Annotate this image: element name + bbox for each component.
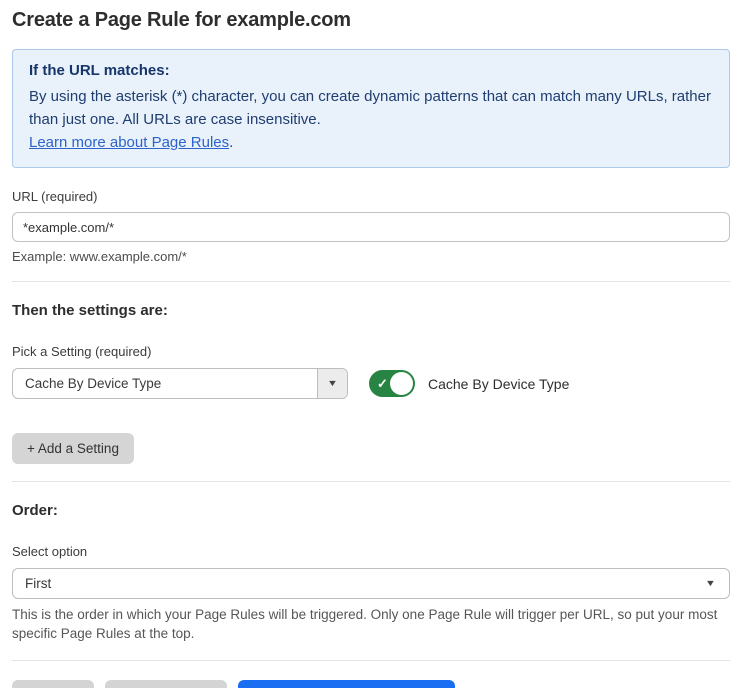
url-example-hint: Example: www.example.com/* <box>12 249 730 264</box>
save-and-deploy-button[interactable]: Save and Deploy Page Rule <box>238 680 456 688</box>
learn-more-link[interactable]: Learn more about Page Rules <box>29 134 229 151</box>
cache-by-device-type-toggle[interactable]: ✓ <box>369 370 415 397</box>
toggle-knob <box>390 372 413 395</box>
url-input[interactable] <box>12 212 730 242</box>
divider <box>12 281 730 282</box>
toggle-label: Cache By Device Type <box>428 376 569 392</box>
save-as-draft-button[interactable]: Save as Draft <box>105 680 227 688</box>
order-dropdown-value: First <box>25 576 51 591</box>
form-footer: Cancel Save as Draft Save and Deploy Pag… <box>12 680 730 688</box>
order-section-heading: Order: <box>12 502 730 519</box>
divider <box>12 660 730 661</box>
setting-row: Cache By Device Type ▼ ✓ Cache By Device… <box>12 368 730 399</box>
url-field-label: URL (required) <box>12 189 730 204</box>
add-setting-button[interactable]: + Add a Setting <box>12 433 134 464</box>
url-match-info-box: If the URL matches: By using the asteris… <box>12 49 730 168</box>
settings-section-heading: Then the settings are: <box>12 302 730 319</box>
pick-setting-label: Pick a Setting (required) <box>12 344 730 359</box>
check-icon: ✓ <box>377 377 388 390</box>
cancel-button[interactable]: Cancel <box>12 680 94 688</box>
setting-dropdown-value: Cache By Device Type <box>13 369 317 398</box>
chevron-down-icon: ▼ <box>327 379 338 388</box>
order-select-label: Select option <box>12 544 730 559</box>
info-box-body: By using the asterisk (*) character, you… <box>29 85 713 131</box>
divider <box>12 481 730 482</box>
link-suffix: . <box>229 134 233 151</box>
info-box-heading: If the URL matches: <box>29 62 713 79</box>
setting-dropdown[interactable]: Cache By Device Type ▼ <box>12 368 348 399</box>
order-help-text: This is the order in which your Page Rul… <box>12 605 730 643</box>
page-title: Create a Page Rule for example.com <box>12 9 730 32</box>
create-page-rule-form: Create a Page Rule for example.com If th… <box>0 0 750 688</box>
info-box-link-line: Learn more about Page Rules. <box>29 131 713 154</box>
setting-dropdown-caret-button[interactable]: ▼ <box>317 369 347 398</box>
order-dropdown[interactable]: First ▼ <box>12 568 730 599</box>
chevron-down-icon: ▼ <box>705 579 716 588</box>
